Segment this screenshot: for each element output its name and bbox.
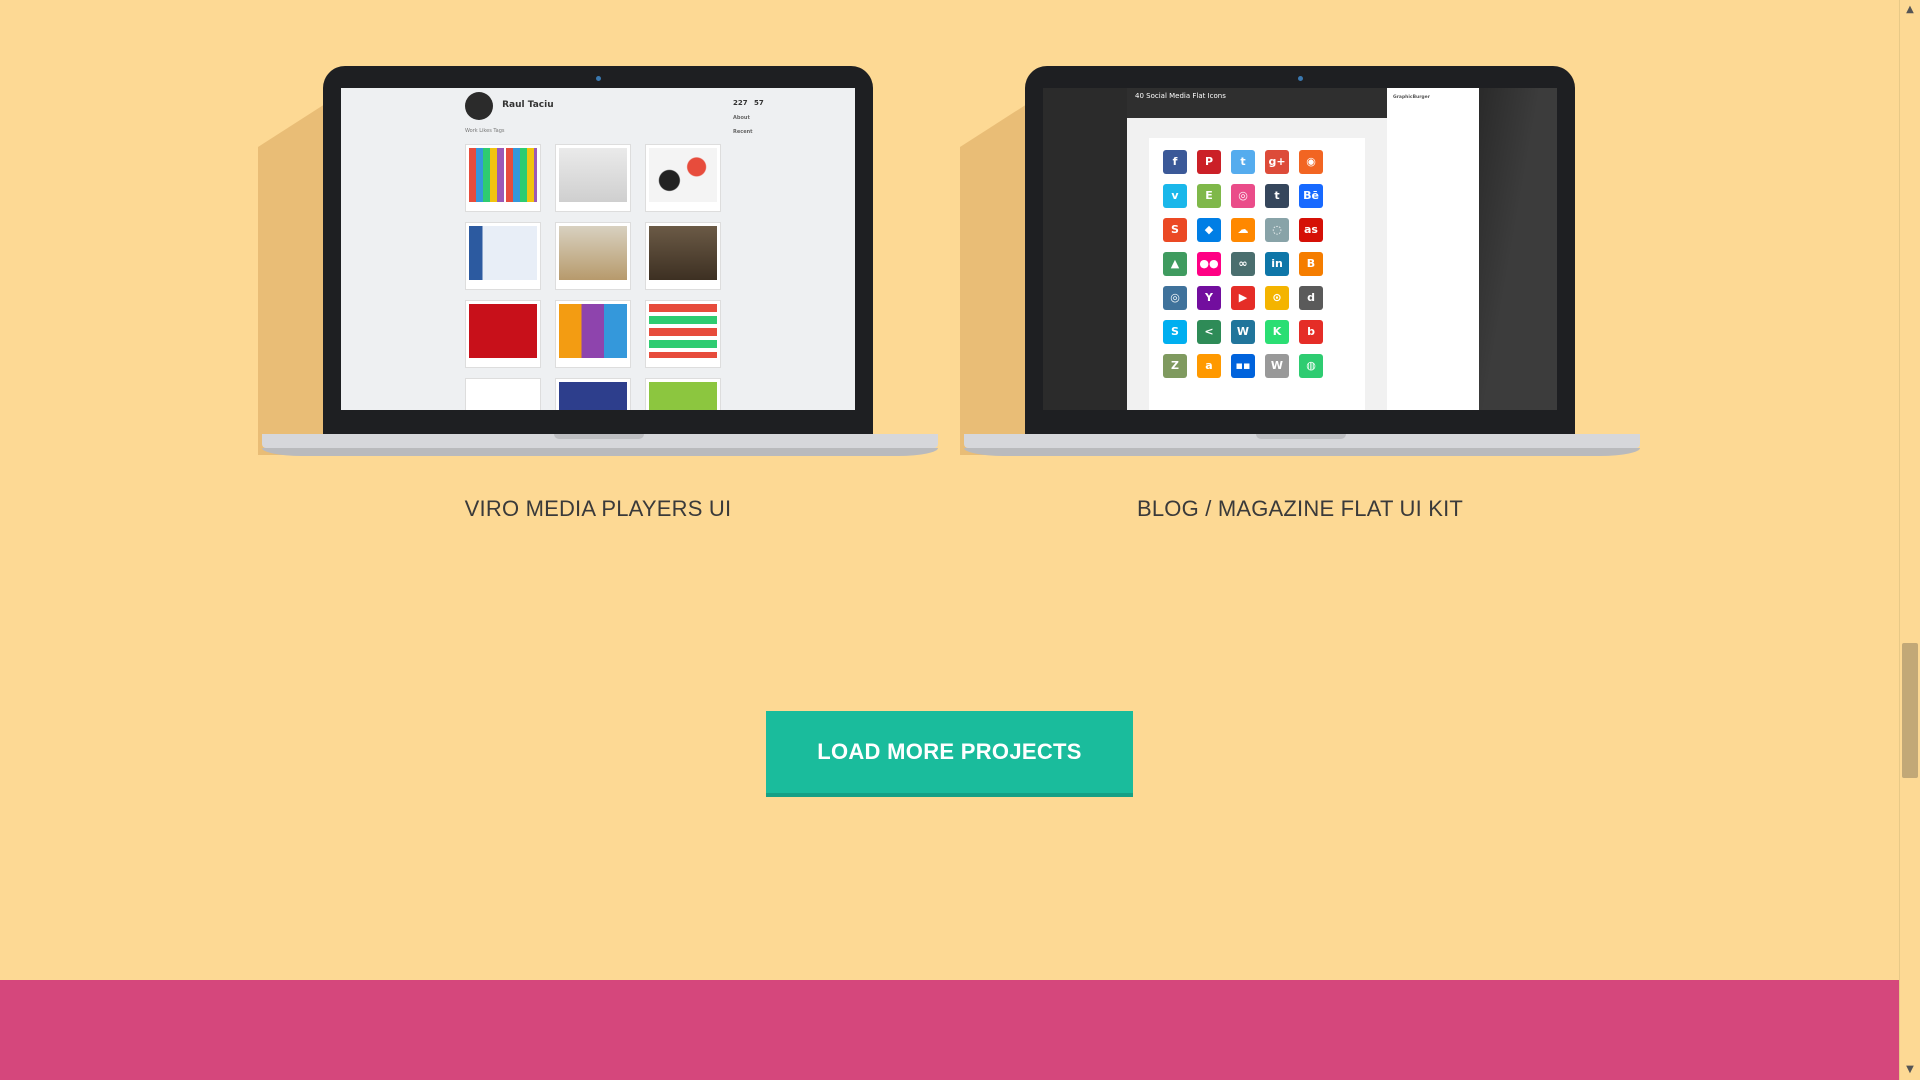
social-icon: B <box>1299 252 1323 276</box>
thumb-card <box>465 378 541 410</box>
project-thumbnail[interactable]: 40 Social Media Flat Icons f Pt g+ ◉ v E ◎ t Bē S… <box>1043 88 1557 410</box>
screen-title: 40 Social Media Flat Icons <box>1135 92 1226 100</box>
thumb-card <box>555 300 631 368</box>
social-icon: ▲ <box>1163 252 1187 276</box>
stat-value: 57 <box>753 99 764 107</box>
social-icon: Y <box>1197 286 1221 310</box>
laptop-notch <box>1256 434 1346 439</box>
thumb-card <box>555 144 631 212</box>
thumb-card <box>465 144 541 212</box>
social-icon: ●● <box>1197 252 1221 276</box>
footer-band <box>0 980 1899 1080</box>
scroll-up-arrow-icon[interactable]: ▲ <box>1900 0 1920 20</box>
project-title[interactable]: VIRO MEDIA PLAYERS UI <box>258 496 938 522</box>
laptop-notch <box>554 434 644 439</box>
social-icon: Z <box>1163 354 1187 378</box>
load-more-button[interactable]: LOAD MORE PROJECTS <box>766 711 1133 797</box>
social-icon: ◎ <box>1163 286 1187 310</box>
social-icon: S <box>1163 218 1187 242</box>
social-icon: W <box>1231 320 1255 344</box>
social-icon: ◍ <box>1299 354 1323 378</box>
stat-value: 227 <box>733 99 748 107</box>
social-icon: ☁ <box>1231 218 1255 242</box>
social-icon: b <box>1299 320 1323 344</box>
social-icon: ◆ <box>1197 218 1221 242</box>
social-icon: K <box>1265 320 1289 344</box>
social-icon: < <box>1197 320 1221 344</box>
scroll-down-arrow-icon[interactable]: ▼ <box>1900 1060 1920 1080</box>
social-icon: E <box>1197 184 1221 208</box>
project-card-viro-media-players[interactable]: Raul Taciu Work Likes Tags 227 57 About … <box>258 60 948 540</box>
social-icon: in <box>1265 252 1289 276</box>
social-icon: as <box>1299 218 1323 242</box>
social-icon: a <box>1197 354 1221 378</box>
social-icon: f <box>1163 150 1187 174</box>
social-icon: t <box>1265 184 1289 208</box>
thumb-grid <box>465 144 721 410</box>
social-icon: g+ <box>1265 150 1289 174</box>
social-icon: ◌ <box>1265 218 1289 242</box>
sidebar-name: GraphicBurger <box>1393 95 1430 100</box>
thumb-card <box>555 378 631 410</box>
social-icon: t <box>1231 150 1255 174</box>
laptop-lid: Raul Taciu Work Likes Tags 227 57 About … <box>323 66 873 438</box>
social-icon: ◎ <box>1231 184 1255 208</box>
social-icon: W <box>1265 354 1289 378</box>
thumb-card <box>645 378 721 410</box>
social-icon-grid: f Pt g+ ◉ v E ◎ t Bē S ◆ ☁ ◌ as ▲ ●● ∞ in B ◎ Y ▶ ⊙ d S < W Kb Za ▪▪ W… <box>1163 150 1323 378</box>
scrollbar[interactable]: ▲ ▼ <box>1899 0 1920 1080</box>
social-icon: ◉ <box>1299 150 1323 174</box>
thumb-card <box>465 300 541 368</box>
thumb-card <box>645 144 721 212</box>
screen-header: 40 Social Media Flat Icons <box>1127 88 1387 118</box>
scrollbar-thumb[interactable] <box>1902 643 1918 778</box>
camera-dot <box>1298 76 1303 81</box>
social-icon: v <box>1163 184 1187 208</box>
thumb-card <box>465 222 541 290</box>
about-label: About <box>733 115 750 121</box>
social-icon: ▶ <box>1231 286 1255 310</box>
thumb-card <box>645 300 721 368</box>
social-icon: ⊙ <box>1265 286 1289 310</box>
thumb-card <box>645 222 721 290</box>
screen-sidebar: GraphicBurger <box>1387 88 1479 410</box>
project-card-blog-magazine-kit[interactable]: 40 Social Media Flat Icons f Pt g+ ◉ v E ◎ t Bē S… <box>960 60 1650 540</box>
camera-dot <box>596 76 601 81</box>
social-icon: S <box>1163 320 1187 344</box>
social-icon: d <box>1299 286 1323 310</box>
profile-sidebar: 227 57 About Recent <box>733 100 843 136</box>
graphicburger-logo <box>465 92 493 120</box>
project-title[interactable]: BLOG / MAGAZINE FLAT UI KIT <box>960 496 1640 522</box>
social-icon: ▪▪ <box>1231 354 1255 378</box>
laptop-base-bottom <box>262 448 938 456</box>
laptop-base-bottom <box>964 448 1640 456</box>
profile-name: Raul Taciu <box>502 100 554 110</box>
project-thumbnail[interactable]: Raul Taciu Work Likes Tags 227 57 About … <box>341 88 855 410</box>
social-icon: P <box>1197 150 1221 174</box>
profile-tabs: Work Likes Tags <box>465 128 505 134</box>
recent-label: Recent <box>733 129 753 135</box>
laptop-lid: 40 Social Media Flat Icons f Pt g+ ◉ v E ◎ t Bē S… <box>1025 66 1575 438</box>
page: Raul Taciu Work Likes Tags 227 57 About … <box>0 0 1899 1080</box>
thumb-card <box>555 222 631 290</box>
social-icon: ∞ <box>1231 252 1255 276</box>
profile-header: Raul Taciu <box>465 92 554 120</box>
social-icon: Bē <box>1299 184 1323 208</box>
